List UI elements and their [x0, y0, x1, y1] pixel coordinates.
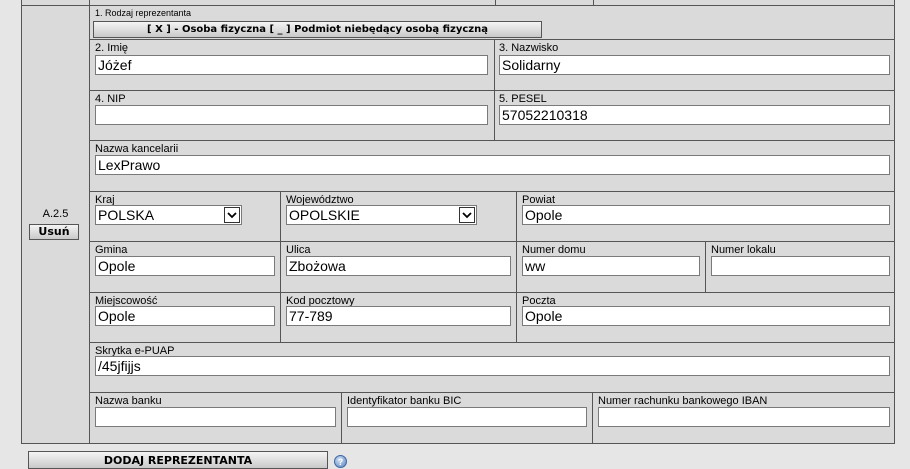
bank-name-input[interactable] [95, 407, 336, 427]
section-code: A.2.5 [42, 208, 69, 220]
house-number-input[interactable]: ww [522, 256, 700, 276]
iban-label: Numer rachunku bankowego IBAN [598, 395, 768, 407]
nip-input[interactable] [95, 105, 488, 125]
law-firm-input[interactable]: LexPrawo [95, 155, 890, 175]
country-select[interactable]: POLSKA [95, 205, 242, 225]
divider [516, 192, 517, 241]
pesel-input[interactable]: 57052210318 [499, 105, 890, 125]
voivodeship-select-value: OPOLSKIE [289, 207, 360, 223]
row-nip-pesel: 4. NIP 5. PESEL 57052210318 [89, 91, 895, 141]
street-input[interactable]: Zbożowa [286, 256, 511, 276]
nip-label: 4. NIP [95, 93, 126, 105]
divider [280, 242, 281, 292]
chevron-down-icon [224, 207, 240, 223]
chevron-down-icon [459, 207, 475, 223]
divider [280, 192, 281, 241]
remove-button[interactable]: Usuń [29, 224, 79, 240]
row-locality: Miejscowość Opole Kod pocztowy 77-789 Po… [89, 293, 895, 343]
post-office-input[interactable]: Opole [522, 306, 890, 326]
locality-input[interactable]: Opole [95, 306, 275, 326]
divider [494, 40, 495, 90]
row-representative-type: 1. Rodzaj reprezentanta [ X ] - Osoba fi… [89, 5, 895, 40]
divider [516, 242, 517, 292]
county-input[interactable]: Opole [522, 205, 890, 225]
apartment-number-input[interactable] [711, 256, 890, 276]
divider [705, 242, 706, 292]
epuap-input[interactable]: /45jfijjs [95, 356, 890, 376]
row-epuap: Skrytka e-PUAP /45jfijjs [89, 343, 895, 393]
divider [280, 293, 281, 342]
postal-code-input[interactable]: 77-789 [286, 306, 511, 326]
country-select-value: POLSKA [98, 207, 155, 223]
first-name-label: 2. Imię [95, 42, 129, 54]
last-name-label: 3. Nazwisko [499, 42, 559, 54]
row-street: Gmina Opole Ulica Zbożowa Numer domu ww … [89, 242, 895, 293]
divider [516, 293, 517, 342]
bic-label: Identyfikator banku BIC [347, 395, 462, 407]
bic-input[interactable] [347, 407, 587, 427]
municipality-input[interactable]: Opole [95, 256, 275, 276]
representative-type-label: 1. Rodzaj reprezentanta [95, 8, 192, 18]
pesel-label: 5. PESEL [499, 93, 547, 105]
row-name: 2. Imię Jóżef 3. Nazwisko Solidarny [89, 40, 895, 91]
iban-input[interactable] [598, 407, 890, 427]
voivodeship-select[interactable]: OPOLSKIE [286, 205, 477, 225]
divider [592, 393, 593, 443]
first-name-input[interactable]: Jóżef [95, 55, 488, 75]
last-name-input[interactable]: Solidarny [499, 55, 890, 75]
representative-type-toggle[interactable]: [ X ] - Osoba fizyczna [ _ ] Podmiot nie… [93, 21, 542, 38]
add-representative-button[interactable]: DODAJ REPREZENTANTA [28, 451, 328, 469]
street-label: Ulica [286, 244, 311, 256]
municipality-label: Gmina [95, 244, 128, 256]
apartment-number-label: Numer lokalu [711, 244, 776, 256]
row-law-firm: Nazwa kancelarii LexPrawo [89, 141, 895, 192]
row-bank: Nazwa banku Identyfikator banku BIC Nume… [89, 393, 895, 444]
law-firm-label: Nazwa kancelarii [95, 143, 179, 155]
bank-name-label: Nazwa banku [95, 395, 162, 407]
row-region: Kraj POLSKA Województwo OPOLSKIE Powiat … [89, 192, 895, 242]
help-icon[interactable]: ? [334, 455, 347, 468]
house-number-label: Numer domu [522, 244, 586, 256]
divider [341, 393, 342, 443]
divider [494, 91, 495, 140]
